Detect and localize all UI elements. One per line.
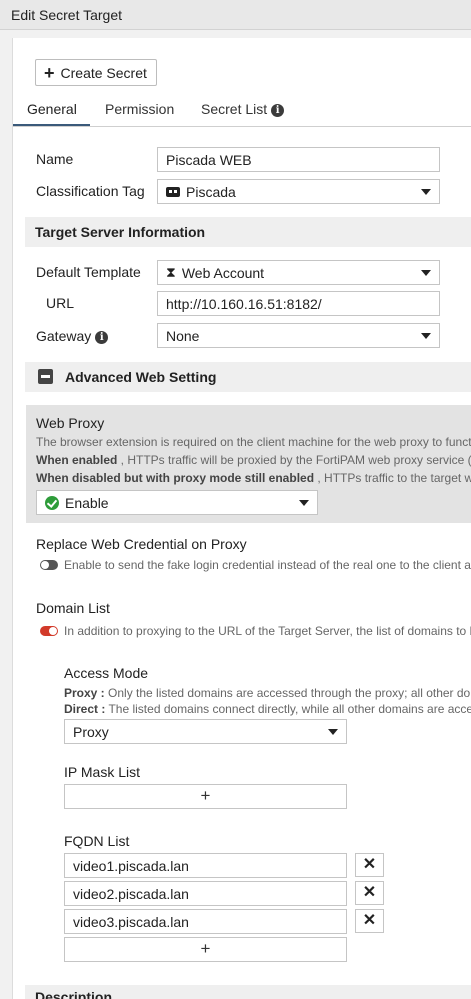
access-mode-direct-text: The listed domains connect directly, whi… — [105, 702, 471, 716]
fqdn-remove-button-3[interactable]: ✕ — [355, 909, 384, 933]
web-proxy-desc-2-bold: When enabled — [36, 453, 118, 467]
replace-credential-toggle[interactable] — [40, 560, 58, 570]
fqdn-input-2[interactable]: video2.piscada.lan — [64, 881, 347, 906]
access-mode-value: Proxy — [73, 723, 109, 740]
gateway-select[interactable]: None — [157, 323, 440, 348]
access-mode-proxy-text: Only the listed domains are accessed thr… — [104, 686, 471, 700]
close-icon: ✕ — [362, 856, 377, 873]
web-proxy-desc-2-text: , HTTPs traffic will be proxied by the F… — [117, 453, 471, 467]
description-heading: Description — [35, 989, 113, 999]
access-mode-select[interactable]: Proxy — [64, 719, 347, 744]
default-template-value: Web Account — [181, 264, 265, 281]
domain-list-desc: In addition to proxying to the URL of th… — [64, 624, 471, 638]
default-template-select[interactable]: ⧗ Web Account — [157, 260, 440, 285]
plus-icon: + — [44, 62, 55, 83]
fqdn-remove-button-2[interactable]: ✕ — [355, 881, 384, 905]
web-proxy-label: Web Proxy — [36, 415, 105, 431]
gateway-value: None — [166, 327, 200, 344]
access-mode-label: Access Mode — [64, 665, 149, 681]
access-mode-direct-bold: Direct : — [64, 702, 106, 716]
close-icon: ✕ — [362, 884, 377, 901]
tab-permission[interactable]: Permission — [105, 101, 174, 117]
url-input[interactable]: http://10.160.16.51:8182/ — [157, 291, 440, 316]
plus-icon: + — [200, 786, 211, 805]
domain-list-row: In addition to proxying to the URL of th… — [40, 624, 471, 638]
chevron-down-icon — [421, 189, 431, 195]
tab-general[interactable]: General — [27, 101, 77, 117]
tab-secret-list-label: Secret List — [201, 101, 268, 117]
create-secret-button[interactable]: + Create Secret — [35, 59, 157, 86]
fqdn-remove-button-1[interactable]: ✕ — [355, 853, 384, 877]
fqdn-value: video3.piscada.lan — [73, 913, 189, 930]
domain-list-label: Domain List — [36, 600, 110, 616]
fqdn-input-1[interactable]: video1.piscada.lan — [64, 853, 347, 878]
chevron-down-icon — [421, 333, 431, 339]
target-server-section-header: Target Server Information — [25, 217, 471, 247]
replace-credential-label: Replace Web Credential on Proxy — [36, 536, 247, 552]
close-icon: ✕ — [362, 912, 377, 929]
fqdn-input-3[interactable]: video3.piscada.lan — [64, 909, 347, 934]
name-input[interactable]: Piscada WEB — [157, 147, 440, 172]
hourglass-icon: ⧗ — [166, 264, 176, 280]
chevron-down-icon — [299, 500, 309, 506]
description-section-header: Description — [25, 985, 471, 999]
ip-mask-list-label: IP Mask List — [64, 764, 140, 780]
web-proxy-desc-1: The browser extension is required on the… — [36, 435, 471, 449]
gateway-label-text: Gateway — [36, 328, 92, 344]
gateway-label: Gateway i — [36, 328, 109, 344]
active-tab-indicator — [13, 124, 90, 126]
name-label: Name — [36, 151, 74, 167]
fqdn-value: video1.piscada.lan — [73, 857, 189, 874]
access-mode-proxy-desc: Proxy : Only the listed domains are acce… — [64, 686, 471, 700]
web-proxy-desc-2: When enabled , HTTPs traffic will be pro… — [36, 453, 471, 467]
create-secret-label: Create Secret — [60, 64, 147, 81]
default-template-label: Default Template — [36, 264, 141, 280]
window-title: Edit Secret Target — [11, 7, 123, 23]
title-bar: Edit Secret Target — [0, 0, 471, 30]
chevron-down-icon — [421, 270, 431, 276]
access-mode-proxy-bold: Proxy : — [64, 686, 105, 700]
check-circle-icon — [45, 495, 59, 510]
fqdn-list-label: FQDN List — [64, 833, 130, 849]
web-proxy-desc-3-text: , HTTPs traffic to the target web — [314, 471, 471, 485]
fqdn-add-button[interactable]: + — [64, 937, 347, 962]
info-icon[interactable]: i — [95, 331, 109, 344]
classification-tag-label: Classification Tag — [36, 183, 145, 199]
name-value: Piscada WEB — [166, 151, 252, 168]
ip-mask-add-button[interactable]: + — [64, 784, 347, 809]
access-mode-direct-desc: Direct : The listed domains connect dire… — [64, 702, 471, 716]
tab-secret-list[interactable]: Secret List i — [201, 101, 285, 117]
classification-tag-value: Piscada — [186, 183, 236, 200]
replace-credential-row: Enable to send the fake login credential… — [40, 558, 471, 572]
target-server-heading: Target Server Information — [35, 224, 206, 240]
url-label: URL — [46, 295, 75, 311]
info-icon[interactable]: i — [271, 104, 285, 117]
domain-list-toggle[interactable] — [40, 626, 58, 636]
replace-credential-desc: Enable to send the fake login credential… — [64, 558, 471, 572]
web-proxy-block: Web Proxy The browser extension is requi… — [26, 405, 471, 523]
web-proxy-select[interactable]: Enable — [36, 490, 318, 515]
chevron-down-icon — [328, 729, 338, 735]
web-proxy-value: Enable — [65, 494, 109, 511]
advanced-web-setting-heading: Advanced Web Setting — [65, 369, 217, 385]
fqdn-value: video2.piscada.lan — [73, 885, 189, 902]
plus-icon: + — [200, 939, 211, 958]
minus-square-icon[interactable] — [38, 369, 53, 384]
web-proxy-desc-3: When disabled but with proxy mode still … — [36, 471, 471, 485]
classification-tag-select[interactable]: Piscada — [157, 179, 440, 204]
web-proxy-desc-3-bold: When disabled but with proxy mode still … — [36, 471, 315, 485]
tag-icon — [166, 186, 180, 197]
advanced-web-setting-header[interactable]: Advanced Web Setting — [25, 362, 471, 392]
url-value: http://10.160.16.51:8182/ — [166, 295, 322, 312]
edit-form-panel: + Create Secret General Permission Secre… — [12, 38, 471, 999]
tab-bar: General Permission Secret List i — [13, 97, 471, 127]
